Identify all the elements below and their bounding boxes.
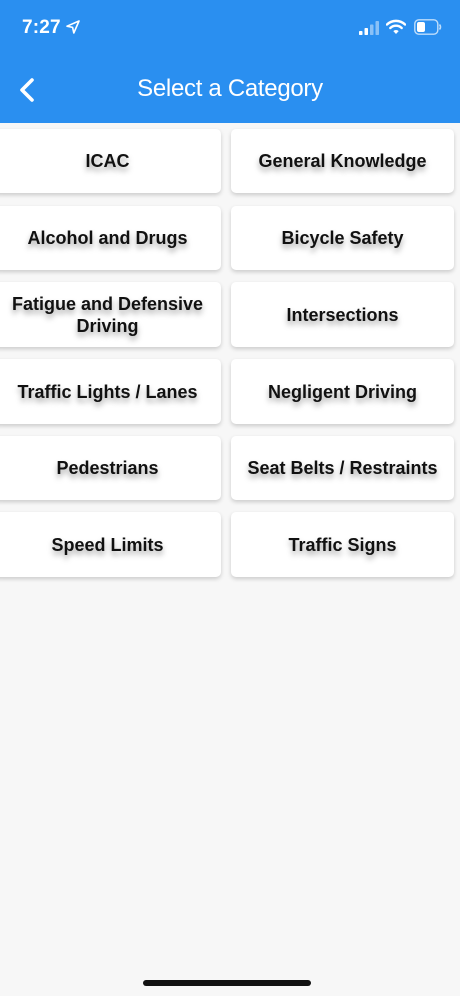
category-label: Negligent Driving bbox=[267, 381, 417, 402]
status-time: 7:27 bbox=[22, 17, 61, 38]
category-label: Bicycle Safety bbox=[281, 228, 404, 248]
cellular-signal-icon bbox=[359, 21, 379, 35]
category-card-negligent-driving[interactable]: Negligent Driving bbox=[231, 359, 454, 424]
category-label: Alcohol and Drugs bbox=[27, 228, 188, 248]
category-label: ICAC bbox=[85, 151, 130, 171]
category-grid: ICAC General Knowledge Alcohol and Drugs… bbox=[0, 123, 460, 593]
category-label: Seat Belts / Restraints bbox=[247, 458, 438, 478]
category-label: Traffic Lights / Lanes bbox=[17, 381, 198, 402]
category-card-icac[interactable]: ICAC bbox=[0, 129, 221, 193]
page-title: Select a Category bbox=[137, 75, 323, 102]
category-label: Speed Limits bbox=[51, 534, 164, 555]
home-indicator[interactable] bbox=[143, 980, 311, 986]
category-card-speed-limits[interactable]: Speed Limits bbox=[0, 512, 221, 577]
battery-icon bbox=[414, 19, 442, 35]
category-label: Intersections bbox=[286, 304, 399, 325]
category-card-alcohol-and-drugs[interactable]: Alcohol and Drugs bbox=[0, 206, 221, 270]
category-card-fatigue-and-defensive-driving[interactable]: Fatigue and Defensive Driving bbox=[0, 282, 221, 347]
category-card-intersections[interactable]: Intersections bbox=[231, 282, 454, 347]
category-label: Fatigue and Defensive Driving bbox=[11, 293, 204, 336]
category-card-pedestrians[interactable]: Pedestrians bbox=[0, 436, 221, 500]
category-label: Pedestrians bbox=[56, 458, 159, 478]
category-card-bicycle-safety[interactable]: Bicycle Safety bbox=[231, 206, 454, 270]
category-card-traffic-lights-lanes[interactable]: Traffic Lights / Lanes bbox=[0, 359, 221, 424]
category-label: General Knowledge bbox=[258, 151, 427, 171]
location-arrow-icon bbox=[66, 20, 80, 34]
category-label: Traffic Signs bbox=[288, 534, 397, 555]
nav-bar: Select a Category bbox=[0, 58, 460, 123]
wifi-icon bbox=[386, 19, 406, 34]
category-card-general-knowledge[interactable]: General Knowledge bbox=[231, 129, 454, 193]
status-bar: 7:27 bbox=[0, 0, 460, 58]
app-header: 7:27 Select a Category bbox=[0, 0, 460, 123]
category-card-traffic-signs[interactable]: Traffic Signs bbox=[231, 512, 454, 577]
category-card-seat-belts-restraints[interactable]: Seat Belts / Restraints bbox=[231, 436, 454, 500]
